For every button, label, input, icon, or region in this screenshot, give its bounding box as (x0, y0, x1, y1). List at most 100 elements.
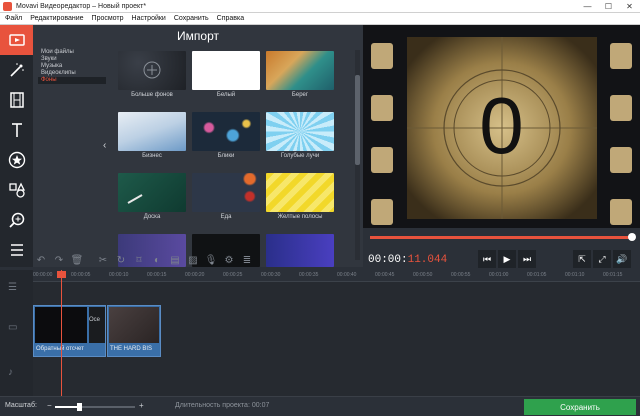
crop-button[interactable]: ⌑ (131, 252, 147, 268)
minimize-button[interactable]: — (577, 0, 598, 13)
ruler-tick-label: 00:00:10 (109, 272, 129, 278)
cut-button[interactable]: ✂ (95, 252, 111, 268)
clip-label: Обратный отсчет (36, 346, 84, 352)
menu-view[interactable]: Просмотр (92, 15, 124, 22)
category-videoclips[interactable]: Видеоклипы (38, 70, 106, 77)
menu-save[interactable]: Сохранить (174, 15, 209, 22)
ruler-tick-label: 00:00:35 (299, 272, 319, 278)
title-bar: Movavi Видеоредактор – Новый проект* — ☐… (0, 0, 640, 13)
app-logo-icon (3, 1, 12, 11)
filters-tool[interactable] (0, 55, 33, 85)
thumb-label: Белый (216, 92, 236, 98)
menu-bar: Файл Редактирование Просмотр Настройки С… (0, 13, 640, 25)
redo-button[interactable]: ↷ (51, 252, 67, 268)
list-icon (10, 244, 23, 256)
thumb-more-3[interactable] (266, 234, 334, 267)
collapse-panel-icon[interactable]: ‹ (103, 140, 106, 151)
player-controls: 00:00:11.044 ⏮ ▶ ⏭ ⇱ ⤢ 🔊 (363, 248, 640, 270)
thumb-shore[interactable] (266, 51, 334, 90)
category-my-files[interactable]: Мои файлы (38, 49, 106, 56)
titles-tool[interactable] (0, 115, 33, 145)
chalk-icon (127, 194, 143, 204)
playhead[interactable] (61, 270, 62, 396)
playback-progress[interactable] (370, 233, 636, 241)
clip-countdown[interactable]: Осе Обратный отсчет (33, 305, 106, 357)
delete-button[interactable]: 🗑 (69, 252, 85, 268)
zoom-in-icon[interactable]: + (139, 401, 144, 410)
menu-help[interactable]: Справка (217, 15, 244, 22)
zoom-tool[interactable] (0, 205, 33, 235)
category-list: Мои файлы Звуки Музыка Видеоклипы Фоны (38, 49, 106, 84)
zoom-slider[interactable] (55, 403, 135, 411)
rotate-button[interactable]: ↻ (113, 252, 129, 268)
timecode: 00:00:11.044 (368, 254, 447, 266)
image-button[interactable]: ▨ (185, 252, 201, 268)
zoom-slider-knob[interactable] (77, 403, 82, 411)
ruler-tick-label: 00:01:10 (565, 272, 585, 278)
close-button[interactable]: ✕ (619, 0, 640, 13)
fullscreen-button[interactable]: ⤢ (593, 250, 611, 268)
clip-settings-button[interactable]: ⚙ (221, 252, 237, 268)
category-music[interactable]: Музыка (38, 63, 106, 70)
thumb-label: Больше фонов (131, 92, 173, 98)
plus-circle-icon (143, 61, 161, 79)
ruler-tick-label: 00:01:05 (527, 272, 547, 278)
thumb-business[interactable] (118, 112, 186, 151)
thumb-bokeh[interactable] (192, 112, 260, 151)
volume-button[interactable]: 🔊 (613, 250, 631, 268)
stickers-tool[interactable] (0, 145, 33, 175)
menu-edit[interactable]: Редактирование (30, 15, 83, 22)
timecode-prefix: 00:00: (368, 254, 408, 266)
ruler-tick-label: 00:01:15 (603, 272, 623, 278)
export-frame-button[interactable]: ⇱ (573, 250, 591, 268)
zoom-slider-fill (55, 406, 79, 408)
zoom-out-icon[interactable]: − (47, 401, 52, 410)
thumb-label: Берег (291, 92, 309, 98)
more-tool[interactable] (0, 235, 33, 265)
ruler-tick-label: 00:00:05 (71, 272, 91, 278)
undo-button[interactable]: ↶ (33, 252, 49, 268)
transitions-tool[interactable] (0, 85, 33, 115)
clip-the-hard-bis[interactable]: THE HARD BIS (107, 305, 161, 357)
ruler-tick-label: 00:00:00 (33, 272, 53, 278)
scrollbar-thumb[interactable] (355, 75, 360, 165)
thumb-yellow-stripes[interactable] (266, 173, 334, 212)
transition-button[interactable]: ▤ (167, 252, 183, 268)
thumb-food[interactable] (192, 173, 260, 212)
thumb-label: Еда (220, 214, 232, 220)
import-tool[interactable] (0, 25, 33, 55)
record-audio-button[interactable]: 🎙 (203, 252, 219, 268)
shapes-icon (8, 182, 25, 198)
menu-file[interactable]: Файл (5, 15, 22, 22)
thumb-blue-rays[interactable] (266, 112, 334, 151)
progress-fill (370, 236, 632, 239)
color-adjust-button[interactable]: ◐ (149, 252, 165, 268)
thumb-more-backgrounds[interactable] (118, 51, 186, 90)
previous-frame-button[interactable]: ⏮ (478, 250, 496, 268)
thumb-label: Голубые лучи (280, 153, 320, 159)
thumb-chalkboard[interactable] (118, 173, 186, 212)
progress-knob[interactable] (628, 233, 636, 241)
timeline-ruler[interactable]: 00:00:00 00:00:05 00:00:10 00:00:15 00:00:20… (33, 270, 640, 282)
zoom-in-icon (8, 212, 24, 228)
audio-levels-button[interactable]: ≣ (239, 252, 255, 268)
category-sounds[interactable]: Звуки (38, 56, 106, 63)
playhead-handle[interactable] (57, 271, 66, 278)
import-scrollbar[interactable] (355, 50, 360, 260)
project-duration: Длительность проекта: 00:07 (175, 402, 270, 409)
menu-settings[interactable]: Настройки (132, 15, 166, 22)
status-bar: Масштаб: − + Длительность проекта: 00:07… (0, 396, 640, 416)
play-icon: ▶ (503, 253, 511, 264)
thumb-white[interactable] (192, 51, 260, 90)
save-button[interactable]: Сохранить (524, 399, 636, 415)
volume-icon: 🔊 (616, 253, 628, 264)
clip-overlay-frame: Осе (89, 307, 105, 343)
category-backgrounds[interactable]: Фоны (38, 77, 106, 84)
ruler-tick-label: 00:01:00 (489, 272, 509, 278)
shapes-tool[interactable] (0, 175, 33, 205)
next-frame-button[interactable]: ⏭ (518, 250, 536, 268)
window-controls: — ☐ ✕ (577, 0, 640, 13)
skip-back-icon: ⏮ (482, 253, 492, 264)
play-button[interactable]: ▶ (498, 250, 516, 268)
maximize-button[interactable]: ☐ (598, 0, 619, 13)
